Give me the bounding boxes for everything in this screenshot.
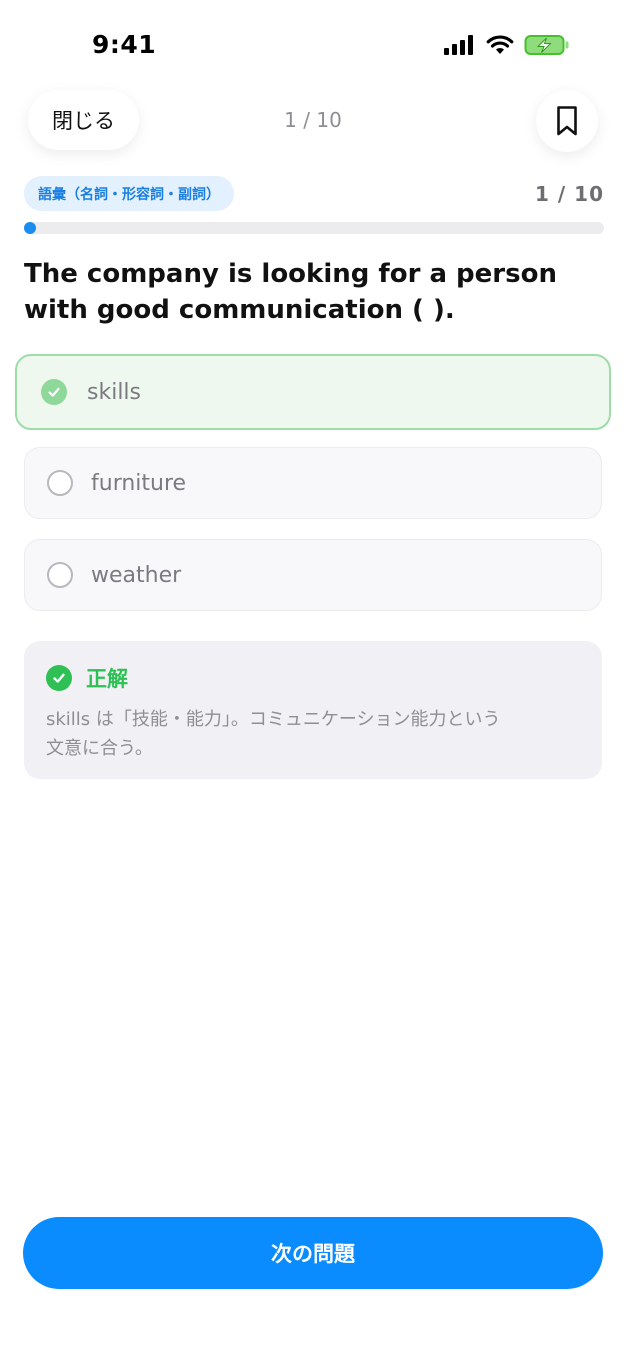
explanation-header: 正解 <box>46 663 580 693</box>
progress-bar <box>24 222 604 234</box>
question-line-2: with good communication ( ). <box>24 295 455 325</box>
category-counter: 1 / 10 <box>535 182 604 206</box>
option-label: weather <box>91 562 182 588</box>
explanation-line-1: skills は「技能・能力」。コミュニケーション能力という <box>46 709 501 730</box>
next-question-button[interactable]: 次の問題 <box>23 1217 603 1289</box>
bookmark-icon <box>557 106 577 136</box>
option-label: furniture <box>91 470 187 496</box>
category-row: 語彙（名詞・形容詞・副詞） 1 / 10 <box>24 176 604 212</box>
status-icons <box>444 34 570 56</box>
option-label: skills <box>87 379 142 405</box>
question-line-1: The company is looking for a person <box>24 259 557 289</box>
category-badge: 語彙（名詞・形容詞・副詞） <box>24 176 234 211</box>
option-furniture[interactable]: furniture <box>24 447 602 519</box>
option-skills[interactable]: skills <box>15 354 611 430</box>
radio-circle-icon <box>47 470 73 496</box>
correct-check-icon <box>46 665 72 691</box>
status-bar: 9:41 <box>0 0 626 90</box>
wifi-icon <box>486 35 514 54</box>
status-time: 9:41 <box>92 30 157 59</box>
cellular-signal-icon <box>444 35 473 55</box>
question-text: The company is looking for a person with… <box>24 256 584 328</box>
explanation-card: 正解 skills は「技能・能力」。コミュニケーション能力という 文意に合う。 <box>24 641 602 779</box>
top-bar: 閉じる 1 / 10 <box>0 88 626 152</box>
explanation-line-2: 文意に合う。 <box>46 738 153 759</box>
check-circle-icon <box>41 379 67 405</box>
progress-fill <box>24 222 36 234</box>
explanation-text: skills は「技能・能力」。コミュニケーション能力という 文意に合う。 <box>46 705 566 763</box>
radio-circle-icon <box>47 562 73 588</box>
question-counter: 1 / 10 <box>284 108 342 132</box>
bookmark-button[interactable] <box>536 90 598 152</box>
option-weather[interactable]: weather <box>24 539 602 611</box>
battery-charging-icon <box>524 35 569 55</box>
explanation-title: 正解 <box>86 667 128 691</box>
